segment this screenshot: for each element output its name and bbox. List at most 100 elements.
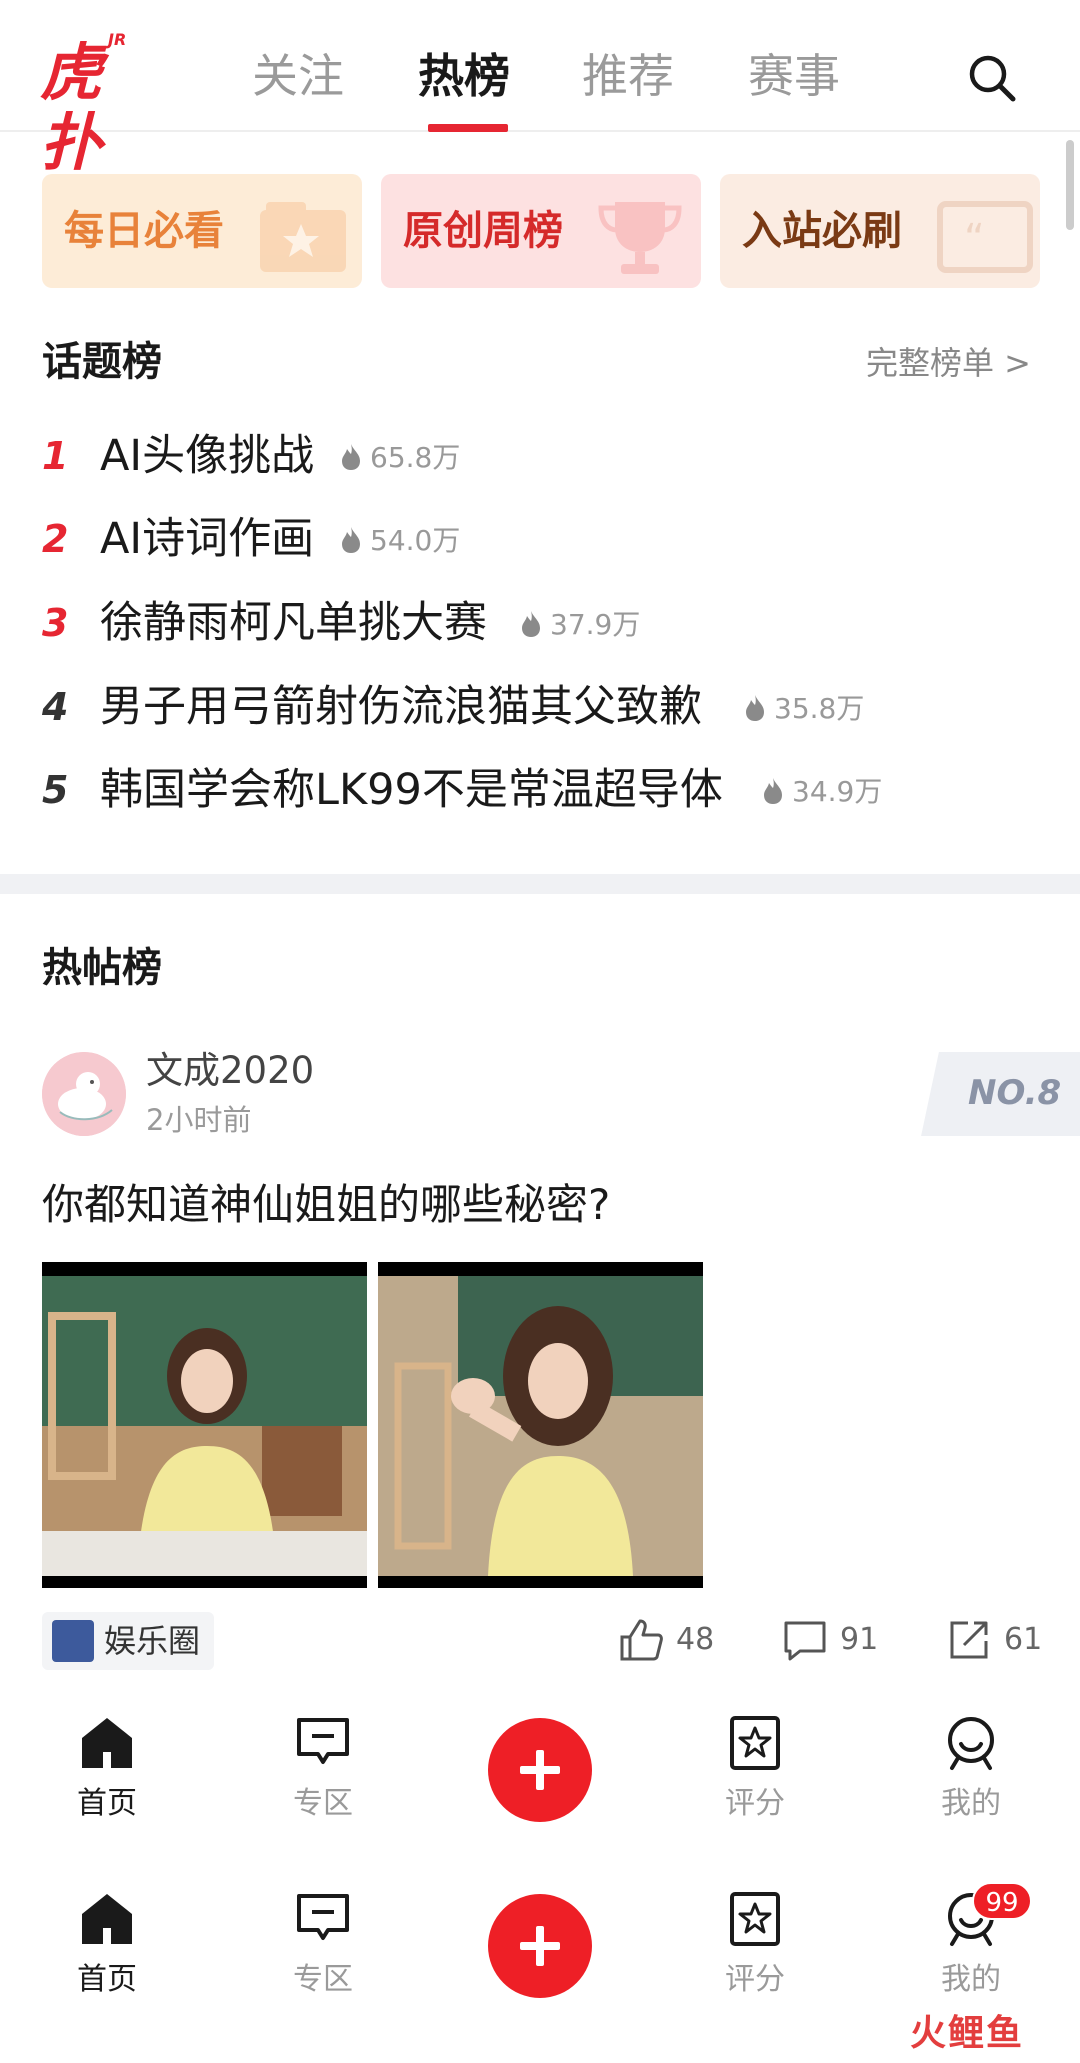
nav-home[interactable]: 首页 [47, 1714, 167, 1834]
nav-rating[interactable]: 评分 [695, 1890, 815, 2010]
quote-icon: “ [937, 201, 1033, 273]
author-name[interactable]: 文成2020 [146, 1046, 314, 1096]
search-icon[interactable] [966, 52, 1018, 104]
heat-count: 35.8万 [744, 689, 864, 729]
hot-posts-title: 热帖榜 [42, 945, 162, 991]
home-icon [82, 1894, 132, 1944]
tab-hot-list[interactable]: 热榜 [418, 46, 510, 106]
heat-value: 35.8万 [774, 692, 865, 725]
share-button[interactable]: 61 [946, 1614, 1042, 1666]
topic-row[interactable]: 3 徐静雨柯凡单挑大赛 37.9万 [42, 593, 1042, 653]
rank-number: 1 [42, 434, 69, 478]
rank-number: 4 [42, 685, 69, 729]
share-count: 61 [1004, 1622, 1043, 1657]
post-time: 2小时前 [146, 1103, 252, 1137]
nav-home[interactable]: 首页 [47, 1890, 167, 2010]
rank-number: 3 [42, 601, 69, 645]
logo-badge: JR [108, 30, 127, 49]
card-label: 每日必看 [64, 208, 224, 254]
topic-row[interactable]: 1 AI头像挑战 65.8万 [42, 426, 1042, 486]
nav-label: 我的 [941, 1786, 1001, 1821]
comment-button[interactable]: 91 [782, 1614, 878, 1666]
topic-title: 男子用弓箭射伤流浪猫其父致歉 [100, 682, 702, 732]
nav-label: 我的 [941, 1962, 1001, 1997]
nav-label: 首页 [77, 1786, 137, 1821]
nav-zone[interactable]: 专区 [263, 1890, 383, 2010]
bottom-nav: 首页 专区 评分 我的 [0, 1694, 1080, 1844]
svg-text:“: “ [964, 216, 985, 262]
nav-label: 评分 [725, 1962, 785, 1997]
nav-zone[interactable]: 专区 [263, 1714, 383, 1834]
topic-title: AI头像挑战 [100, 431, 315, 481]
tag-label: 娱乐圈 [104, 1622, 201, 1660]
top-header: 虎扑 JR 关注 热榜 推荐 赛事 [0, 0, 1080, 178]
card-label: 入站必刷 [742, 208, 902, 254]
topic-list-title: 话题榜 [42, 339, 162, 385]
tab-follow[interactable]: 关注 [252, 46, 344, 106]
fire-icon [342, 444, 360, 470]
fire-icon [522, 611, 540, 637]
nav-rating[interactable]: 评分 [695, 1714, 815, 1834]
rank-number: 2 [42, 517, 69, 561]
watermark: 火鲤鱼 [910, 2013, 1025, 2054]
card-newcomer-must-read[interactable]: 入站必刷 “ [720, 174, 1040, 288]
logo-text: 虎扑 [40, 36, 102, 179]
comment-count: 91 [840, 1622, 879, 1657]
card-label: 原创周榜 [403, 208, 563, 254]
post-photo [42, 1276, 367, 1576]
fire-icon [764, 778, 782, 804]
avatar-image [42, 1052, 126, 1136]
avatar[interactable] [42, 1052, 126, 1136]
plus-icon-vertical [536, 1750, 544, 1790]
app-logo[interactable]: 虎扑 JR [40, 30, 140, 178]
thumbs-up-icon [620, 1619, 663, 1661]
card-daily-must-see[interactable]: 每日必看 [42, 174, 362, 288]
heat-count: 37.9万 [520, 605, 640, 645]
post-image[interactable] [378, 1262, 703, 1588]
topic-row[interactable]: 5 韩国学会称LK99不是常温超导体 34.9万 [42, 760, 1042, 820]
comment-icon [784, 1621, 826, 1661]
home-icon [82, 1718, 132, 1768]
share-icon [950, 1621, 988, 1659]
rank-number: 5 [42, 768, 69, 812]
tab-recommend[interactable]: 推荐 [582, 46, 674, 106]
bottom-nav: 首页 专区 评分 我的 99 [0, 1870, 1080, 2020]
heat-count: 34.9万 [762, 772, 882, 812]
notification-badge: 99 [972, 1882, 1032, 1920]
heat-count: 65.8万 [340, 438, 460, 478]
post-title[interactable]: 你都知道神仙姐姐的哪些秘密? [42, 1176, 610, 1234]
post-image[interactable] [42, 1262, 367, 1588]
like-button[interactable]: 48 [618, 1614, 714, 1666]
nav-label: 首页 [77, 1962, 137, 1997]
heat-count: 54.0万 [340, 521, 460, 561]
create-post-button[interactable] [488, 1718, 592, 1822]
fire-icon [342, 527, 360, 553]
nav-label: 评分 [725, 1786, 785, 1821]
circle-tag[interactable]: 娱乐圈 [42, 1612, 215, 1670]
create-post-button[interactable] [488, 1894, 592, 1998]
tab-matches[interactable]: 赛事 [748, 46, 840, 106]
scrollbar[interactable] [1066, 140, 1074, 230]
plus-icon-vertical [536, 1926, 544, 1966]
entertainment-icon [52, 1620, 94, 1662]
topic-title: 韩国学会称LK99不是常温超导体 [100, 765, 723, 815]
nav-label: 专区 [293, 1962, 353, 1997]
topic-title: AI诗词作画 [100, 514, 315, 564]
trophy-icon [598, 202, 682, 274]
topic-row[interactable]: 4 男子用弓箭射伤流浪猫其父致歉 35.8万 [42, 677, 1042, 737]
nav-profile[interactable]: 我的 [911, 1714, 1031, 1834]
zone-icon [297, 1718, 349, 1764]
heat-value: 54.0万 [370, 524, 461, 557]
topic-row[interactable]: 2 AI诗词作画 54.0万 [42, 509, 1042, 569]
active-tab-indicator [428, 124, 508, 132]
like-count: 48 [676, 1622, 715, 1657]
post-photo [378, 1276, 703, 1576]
star-folder-icon [260, 202, 346, 272]
card-original-weekly[interactable]: 原创周榜 [381, 174, 701, 288]
nav-label: 专区 [293, 1786, 353, 1821]
section-divider [0, 874, 1080, 894]
post-rank: NO.8 [968, 1073, 1062, 1113]
fire-icon [746, 695, 764, 721]
zone-icon [297, 1894, 349, 1940]
full-list-link[interactable]: 完整榜单 > [866, 340, 1031, 386]
